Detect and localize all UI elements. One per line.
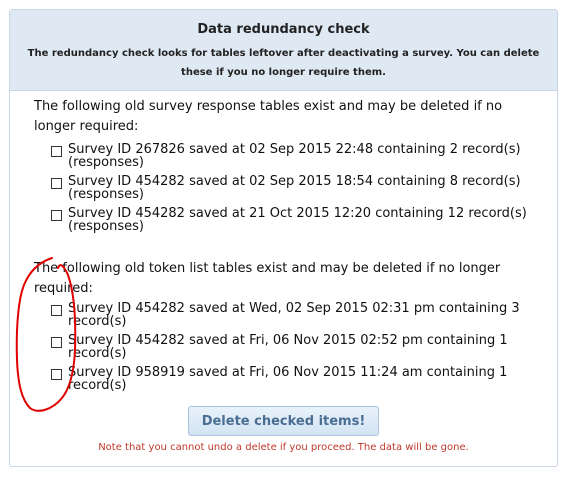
panel-title: Data redundancy check — [197, 22, 370, 37]
response-table-label: Survey ID 454282 saved at 21 Oct 2015 12… — [68, 206, 527, 234]
response-table-checkbox-3[interactable] — [51, 210, 62, 221]
delete-checked-button[interactable]: Delete checked items! — [188, 406, 379, 436]
token-table-label: Survey ID 454282 saved at Wed, 02 Sep 20… — [68, 301, 520, 329]
token-table-label: Survey ID 454282 saved at Fri, 06 Nov 20… — [68, 333, 508, 361]
token-table-label: Survey ID 958919 saved at Fri, 06 Nov 20… — [68, 365, 508, 393]
redundancy-panel: Data redundancy check The redundancy che… — [9, 9, 558, 467]
token-table-checkbox-1[interactable] — [51, 305, 62, 316]
panel-header: Data redundancy check The redundancy che… — [10, 10, 557, 91]
token-table-checkbox-2[interactable] — [51, 337, 62, 348]
panel-description: The redundancy check looks for tables le… — [27, 48, 540, 78]
response-table-checkbox-1[interactable] — [51, 146, 62, 157]
response-table-label: Survey ID 267826 saved at 02 Sep 2015 22… — [68, 142, 521, 170]
token-tables-heading: The following old token list tables exis… — [34, 261, 501, 296]
delete-warning: Note that you cannot undo a delete if yo… — [98, 442, 469, 453]
response-table-checkbox-2[interactable] — [51, 178, 62, 189]
response-table-label: Survey ID 454282 saved at 02 Sep 2015 18… — [68, 174, 521, 202]
token-table-checkbox-3[interactable] — [51, 369, 62, 380]
response-tables-heading: The following old survey response tables… — [34, 99, 503, 134]
